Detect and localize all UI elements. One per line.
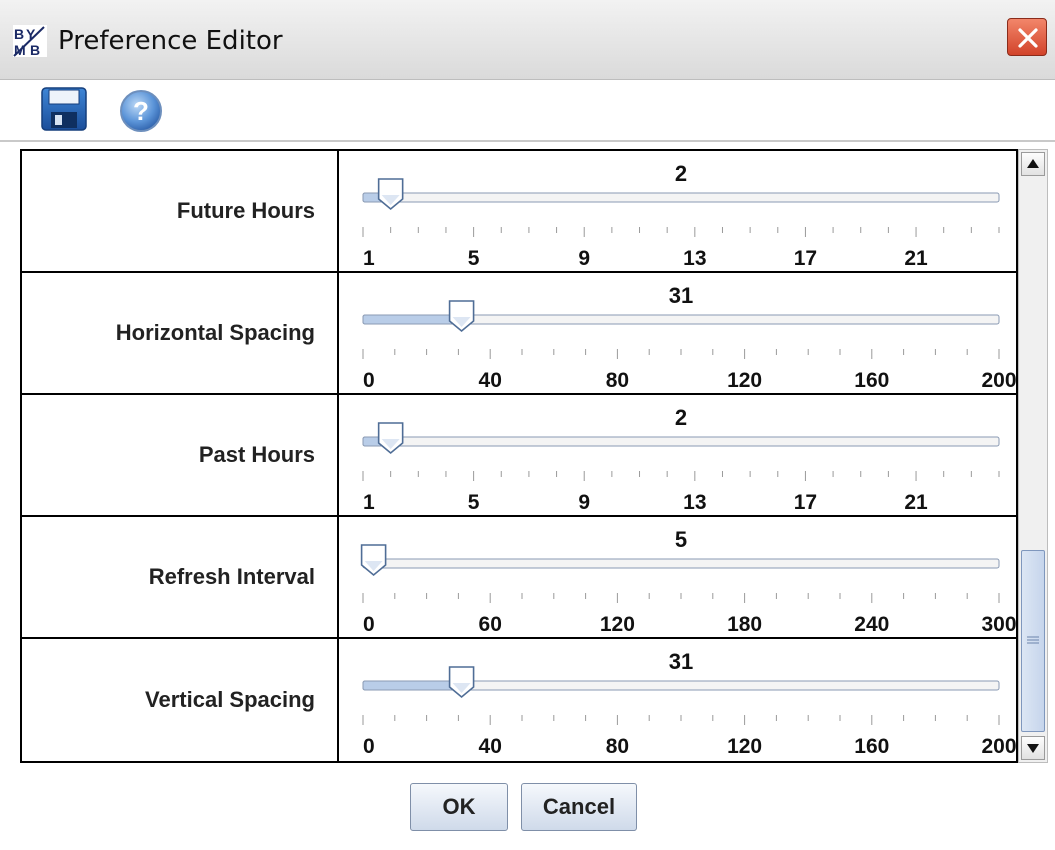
tick-label: 80 [606,369,629,392]
svg-text:B: B [14,26,24,42]
tick-label: 0 [363,613,375,636]
tick-label: 9 [578,247,590,270]
help-button[interactable]: ? [118,88,164,134]
future-hours-slider[interactable]: 1 5 9 13 17 21 2 [341,151,1018,271]
pref-row-vertical-spacing: Vertical Spacing 0 40 80 120 160 200 31 [22,639,1018,761]
svg-text:?: ? [133,96,149,126]
scroll-thumb[interactable] [1021,550,1045,732]
pref-label: Past Hours [22,395,339,515]
slider-value: 31 [668,283,694,308]
scroll-down-button[interactable] [1021,736,1045,760]
tick-label: 120 [727,369,762,392]
tick-label: 120 [600,613,635,636]
tick-label: 240 [854,613,889,636]
tick-label: 60 [479,613,502,636]
close-icon [1018,28,1038,48]
save-button[interactable] [40,86,88,132]
tick-label: 160 [854,735,889,758]
title-bar[interactable]: B Y M B Preference Editor [0,0,1055,80]
pref-row-future-hours: Future Hours 1 5 9 13 17 21 2 [22,151,1018,273]
tick-label: 17 [794,491,817,514]
grip-icon [1027,636,1039,644]
tick-label: 200 [981,735,1016,758]
tick-label: 1 [363,247,375,270]
pref-row-past-hours: Past Hours 1 5 9 13 17 21 2 [22,395,1018,517]
vertical-spacing-slider[interactable]: 0 40 80 120 160 200 31 [341,639,1018,761]
slider-value: 31 [668,649,694,674]
tick-label: 1 [363,491,375,514]
close-button[interactable] [1007,18,1047,56]
ok-button[interactable]: OK [410,783,508,831]
help-icon: ? [120,90,162,132]
pref-label: Vertical Spacing [22,639,339,761]
cancel-button[interactable]: Cancel [521,783,637,831]
tick-label: 300 [981,613,1016,636]
slider-fill [362,680,463,691]
slider-track [362,436,1000,447]
slider-fill [362,314,463,325]
svg-text:B: B [30,42,40,58]
toolbar: ? [0,80,1055,142]
horizontal-spacing-slider[interactable]: 0 40 80 120 160 200 31 [341,273,1018,393]
arrow-up-icon [1027,159,1039,168]
tick-label: 160 [854,369,889,392]
pref-row-refresh-interval: Refresh Interval 0 60 120 180 240 300 5 [22,517,1018,639]
tick-label: 5 [468,247,480,270]
tick-label: 180 [727,613,762,636]
tick-label: 0 [363,369,375,392]
arrow-down-icon [1027,744,1039,753]
pref-label: Refresh Interval [22,517,339,637]
scroll-up-button[interactable] [1021,152,1045,176]
tick-label: 40 [479,735,502,758]
tick-label: 17 [794,247,817,270]
slider-value: 5 [674,527,688,552]
vertical-scrollbar[interactable] [1018,149,1048,763]
slider-value: 2 [674,161,688,186]
window-title: Preference Editor [58,26,283,56]
slider-value: 2 [674,405,688,430]
preference-editor-window: B Y M B Preference Editor [0,0,1055,850]
slider-track [362,192,1000,203]
tick-label: 0 [363,735,375,758]
dialog-button-bar: OK Cancel [0,770,1055,850]
tick-label: 120 [727,735,762,758]
save-icon [41,87,87,131]
tick-label: 13 [683,491,706,514]
tick-label: 13 [683,247,706,270]
tick-label: 9 [578,491,590,514]
pref-row-horizontal-spacing: Horizontal Spacing 0 40 80 120 160 200 31 [22,273,1018,395]
tick-label: 40 [479,369,502,392]
pref-label: Horizontal Spacing [22,273,339,393]
app-logo-icon: B Y M B [13,25,47,58]
tick-label: 21 [904,491,928,514]
tick-label: 80 [606,735,629,758]
past-hours-slider[interactable]: 1 5 9 13 17 21 2 [341,395,1018,515]
tick-label: 5 [468,491,480,514]
slider-track [362,558,1000,569]
pref-label: Future Hours [22,151,339,271]
tick-label: 21 [904,247,928,270]
tick-label: 200 [981,369,1016,392]
refresh-interval-slider[interactable]: 0 60 120 180 240 300 5 [341,517,1018,637]
preference-table: Future Hours 1 5 9 13 17 21 2 Horizontal Spac… [20,149,1018,763]
